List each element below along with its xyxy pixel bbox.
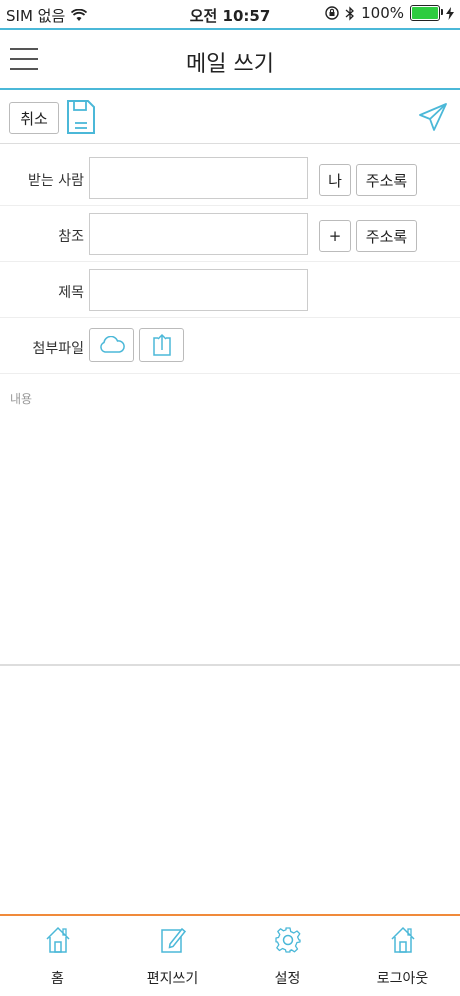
cloud-attach-button[interactable]: [89, 328, 134, 362]
cc-input[interactable]: [89, 213, 308, 255]
bottom-tab-bar: 홈 편지쓰기 설정 로그아웃: [0, 914, 460, 996]
recipient-address-book-button[interactable]: 주소록: [356, 164, 417, 196]
subject-row: 제목: [0, 262, 460, 318]
upload-icon: [152, 333, 171, 356]
tab-settings-label: 설정: [274, 971, 301, 987]
compose-toolbar: 취소: [0, 90, 460, 144]
cc-row: 참조 + 주소록: [0, 206, 460, 262]
status-bar: SIM 없음 오전 10:57 100%: [0, 0, 460, 28]
battery-percent: 100%: [361, 4, 404, 22]
cc-address-book-button[interactable]: 주소록: [356, 220, 417, 252]
attachment-label: 첨부파일: [32, 341, 84, 357]
tab-compose[interactable]: 편지쓰기: [115, 916, 230, 996]
me-button[interactable]: 나: [319, 164, 351, 196]
cancel-button[interactable]: 취소: [9, 102, 59, 134]
compose-icon: [160, 927, 186, 953]
tab-logout-label: 로그아웃: [376, 971, 429, 987]
tab-logout[interactable]: 로그아웃: [345, 916, 460, 996]
floppy-disk-icon[interactable]: [66, 99, 96, 135]
upload-attach-button[interactable]: [139, 328, 184, 362]
subject-label: 제목: [58, 285, 84, 301]
tab-home[interactable]: 홈: [0, 916, 115, 996]
orientation-lock-icon: [325, 6, 339, 20]
bluetooth-icon: [345, 5, 355, 21]
subject-input[interactable]: [89, 269, 308, 311]
gear-icon: [274, 927, 301, 953]
paper-plane-icon[interactable]: [418, 102, 448, 132]
cloud-icon: [99, 336, 125, 353]
recipient-label: 받는 사람: [28, 173, 84, 189]
logout-house-icon: [390, 926, 415, 953]
home-icon: [45, 926, 70, 953]
app-header: 메일 쓰기: [0, 28, 460, 90]
attachment-row: 첨부파일: [0, 318, 460, 374]
battery-icon: [410, 5, 443, 21]
charging-icon: [446, 6, 454, 20]
status-right: 100%: [325, 4, 454, 22]
tab-home-label: 홈: [51, 971, 64, 987]
recipient-input[interactable]: [89, 157, 308, 199]
tab-settings[interactable]: 설정: [230, 916, 345, 996]
page-title: 메일 쓰기: [186, 52, 274, 77]
recipient-row: 받는 사람 나 주소록: [0, 150, 460, 206]
cc-label: 참조: [58, 229, 84, 245]
mail-body-textarea[interactable]: 내용: [0, 374, 460, 666]
add-cc-button[interactable]: +: [319, 220, 351, 252]
body-placeholder: 내용: [10, 392, 33, 406]
tab-compose-label: 편지쓰기: [146, 971, 199, 987]
